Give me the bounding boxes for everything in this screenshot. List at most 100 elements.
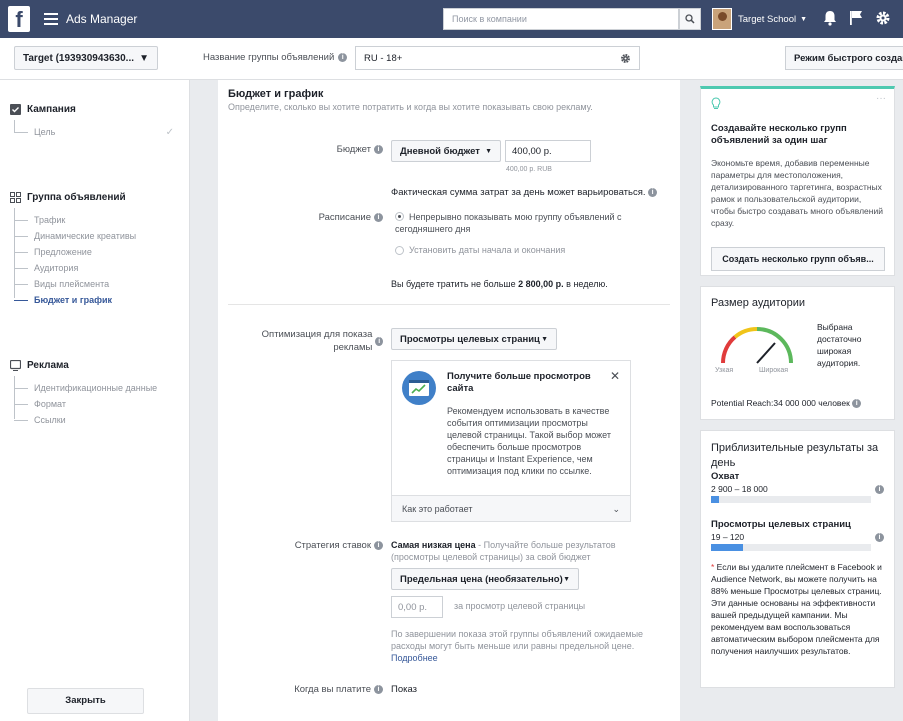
budget-type-dropdown[interactable]: Дневной бюджет ▼ — [391, 140, 501, 162]
gear-icon[interactable] — [620, 53, 631, 64]
sidebar-section-ad[interactable]: Реклама — [10, 360, 69, 371]
section-subtitle: Определите, сколько вы хотите потратить … — [228, 102, 593, 112]
section-divider — [228, 304, 670, 305]
info-icon[interactable]: i — [338, 53, 348, 62]
bid-cap-dropdown[interactable]: Предельная цена (необязательно) ▼ — [391, 568, 579, 590]
app-name[interactable]: Ads Manager — [66, 12, 137, 26]
facebook-logo-icon[interactable]: f — [8, 6, 30, 32]
account-switcher[interactable]: Target School ▼ — [712, 8, 807, 30]
menu-icon[interactable] — [44, 13, 58, 25]
top-icons — [823, 10, 891, 26]
quick-create-button[interactable]: Режим быстрого создания — [785, 46, 903, 70]
info-icon[interactable]: i — [374, 685, 383, 694]
sidebar-section-campaign[interactable]: Кампания — [10, 104, 76, 115]
info-icon[interactable]: i — [374, 213, 383, 222]
close-icon[interactable]: ✕ — [610, 369, 620, 383]
search-icon — [685, 14, 695, 24]
optimization-dropdown[interactable]: Просмотры целевых страниц ▼ — [391, 328, 557, 350]
search-button[interactable] — [679, 8, 701, 30]
reach-bar-fill — [711, 496, 719, 503]
info-icon[interactable]: i — [852, 399, 862, 409]
spend-amount: 2 800,00 р. — [518, 279, 564, 289]
tip-title: Создавайте несколько групп объявлений за… — [711, 123, 847, 146]
sidebar-item-placements[interactable]: Виды плейсмента — [14, 279, 109, 289]
sidebar-item-dynamic-creatives[interactable]: Динамические креативы — [14, 231, 136, 241]
schedule-label-text: Расписание — [318, 212, 371, 223]
gear-icon[interactable] — [875, 10, 891, 26]
landing-views-label: Просмотры целевых страниц — [711, 519, 851, 530]
close-button[interactable]: Закрыть — [27, 688, 144, 714]
radio-unchecked-icon[interactable] — [395, 246, 404, 255]
sidebar-item-label: Бюджет и график — [34, 295, 113, 305]
sidebar-item-budget-schedule[interactable]: Бюджет и график — [14, 295, 112, 305]
info-icon[interactable]: i — [875, 485, 884, 494]
more-options-icon[interactable]: ··· — [876, 93, 886, 104]
flag-icon[interactable] — [849, 10, 863, 26]
gauge-wide-label: Широкая — [759, 367, 789, 374]
optimization-value: Просмотры целевых страниц — [400, 333, 540, 345]
adgroup-name-input[interactable]: RU - 18+ — [355, 46, 640, 70]
section-title: Бюджет и график — [228, 88, 324, 100]
sidebar-section-campaign-title: Кампания — [27, 104, 76, 115]
bid-cap-suffix: за просмотр целевой страницы — [454, 601, 586, 611]
sidebar-item-offer[interactable]: Предложение — [14, 247, 92, 257]
sidebar-item-format[interactable]: Формат — [14, 399, 66, 409]
weekly-spend-summary: Вы будете тратить не больше 2 800,00 р. … — [391, 279, 608, 289]
payment-label: Когда вы платите i — [294, 684, 383, 695]
avatar — [712, 8, 732, 30]
bid-strategy-description: Самая низкая цена - Получайте больше рез… — [391, 539, 631, 563]
sidebar-item-traffic[interactable]: Трафик — [14, 215, 65, 225]
schedule-option-continuous[interactable]: Непрерывно показывать мою группу объявле… — [395, 211, 655, 235]
sidebar-item-label: Формат — [34, 399, 66, 409]
sidebar-section-adgroup[interactable]: Группа объявлений — [10, 192, 126, 203]
tree-branch — [14, 131, 28, 133]
budget-amount-input[interactable]: 400,00 р. — [505, 140, 591, 162]
sidebar-item-identity[interactable]: Идентификационные данные — [14, 383, 157, 393]
spend-prefix: Вы будете тратить не больше — [391, 279, 519, 289]
tree-branch — [14, 283, 28, 285]
results-note: * Если вы удалите плейсмент в Facebook и… — [711, 561, 889, 657]
tree-branch — [14, 299, 28, 301]
payment-value: Показ — [391, 684, 418, 695]
tree-branch — [14, 419, 28, 421]
sidebar-item-goal-label: Цель — [34, 127, 56, 137]
schedule-option-continuous-label: Непрерывно показывать мою группу объявле… — [395, 212, 622, 234]
sidebar-item-links[interactable]: Ссылки — [14, 415, 66, 425]
potential-reach: Potential Reach:34 000 000 человек i — [711, 397, 862, 409]
how-it-works-toggle[interactable]: Как это работает ⌄ — [392, 495, 630, 521]
learn-more-link[interactable]: Подробнее — [391, 653, 438, 663]
tip-card: ··· Создавайте несколько групп объявлени… — [700, 86, 895, 276]
caret-down-icon: ▼ — [563, 575, 570, 583]
campaign-select[interactable]: Target (193930943630... ▼ — [14, 46, 158, 70]
info-icon[interactable]: i — [875, 533, 884, 542]
create-multiple-adgroups-button[interactable]: Создать несколько групп объяв... — [711, 247, 885, 271]
bell-icon[interactable] — [823, 10, 837, 26]
campaign-select-value: Target (193930943630... — [23, 53, 135, 64]
recommendation-body: Рекомендуем использовать в качестве собы… — [447, 406, 612, 476]
info-icon[interactable]: i — [374, 541, 383, 550]
results-title: Приблизительные результаты за день — [711, 442, 879, 469]
how-it-works-label: Как это работает — [402, 504, 473, 514]
budget-label-text: Бюджет — [336, 144, 371, 155]
bid-strategy-label: Стратегия ставок i — [295, 540, 383, 551]
info-icon[interactable]: i — [648, 187, 658, 197]
optimization-label-text: Оптимизация для показа рекламы — [261, 329, 373, 353]
budget-label: Бюджет i — [337, 144, 383, 155]
schedule-option-dates[interactable]: Установить даты начала и окончания — [395, 245, 565, 255]
search-input[interactable]: Поиск в компании — [443, 8, 679, 30]
sidebar-item-audience[interactable]: Аудитория — [14, 263, 78, 273]
actual-spend-note: Фактическая сумма затрат за день может в… — [391, 187, 658, 198]
selector-bar: Target (193930943630... ▼ Название групп… — [0, 38, 903, 80]
caret-down-icon: ▼ — [485, 147, 492, 155]
sidebar-item-goal[interactable]: Цель ✓ — [14, 127, 174, 138]
bid-cap-input[interactable]: 0,00 р. — [391, 596, 443, 618]
info-icon[interactable]: i — [374, 145, 383, 154]
sidebar-section-ad-title: Реклама — [27, 360, 69, 371]
info-icon[interactable]: i — [375, 336, 383, 346]
spend-suffix: в неделю. — [563, 279, 608, 289]
recommendation-title: Получите больше просмотров сайта — [447, 371, 591, 394]
radio-checked-icon[interactable] — [395, 212, 404, 221]
browser-chart-icon — [402, 371, 436, 405]
audience-gauge-icon — [720, 326, 793, 364]
audience-size-title: Размер аудитории — [711, 297, 805, 309]
